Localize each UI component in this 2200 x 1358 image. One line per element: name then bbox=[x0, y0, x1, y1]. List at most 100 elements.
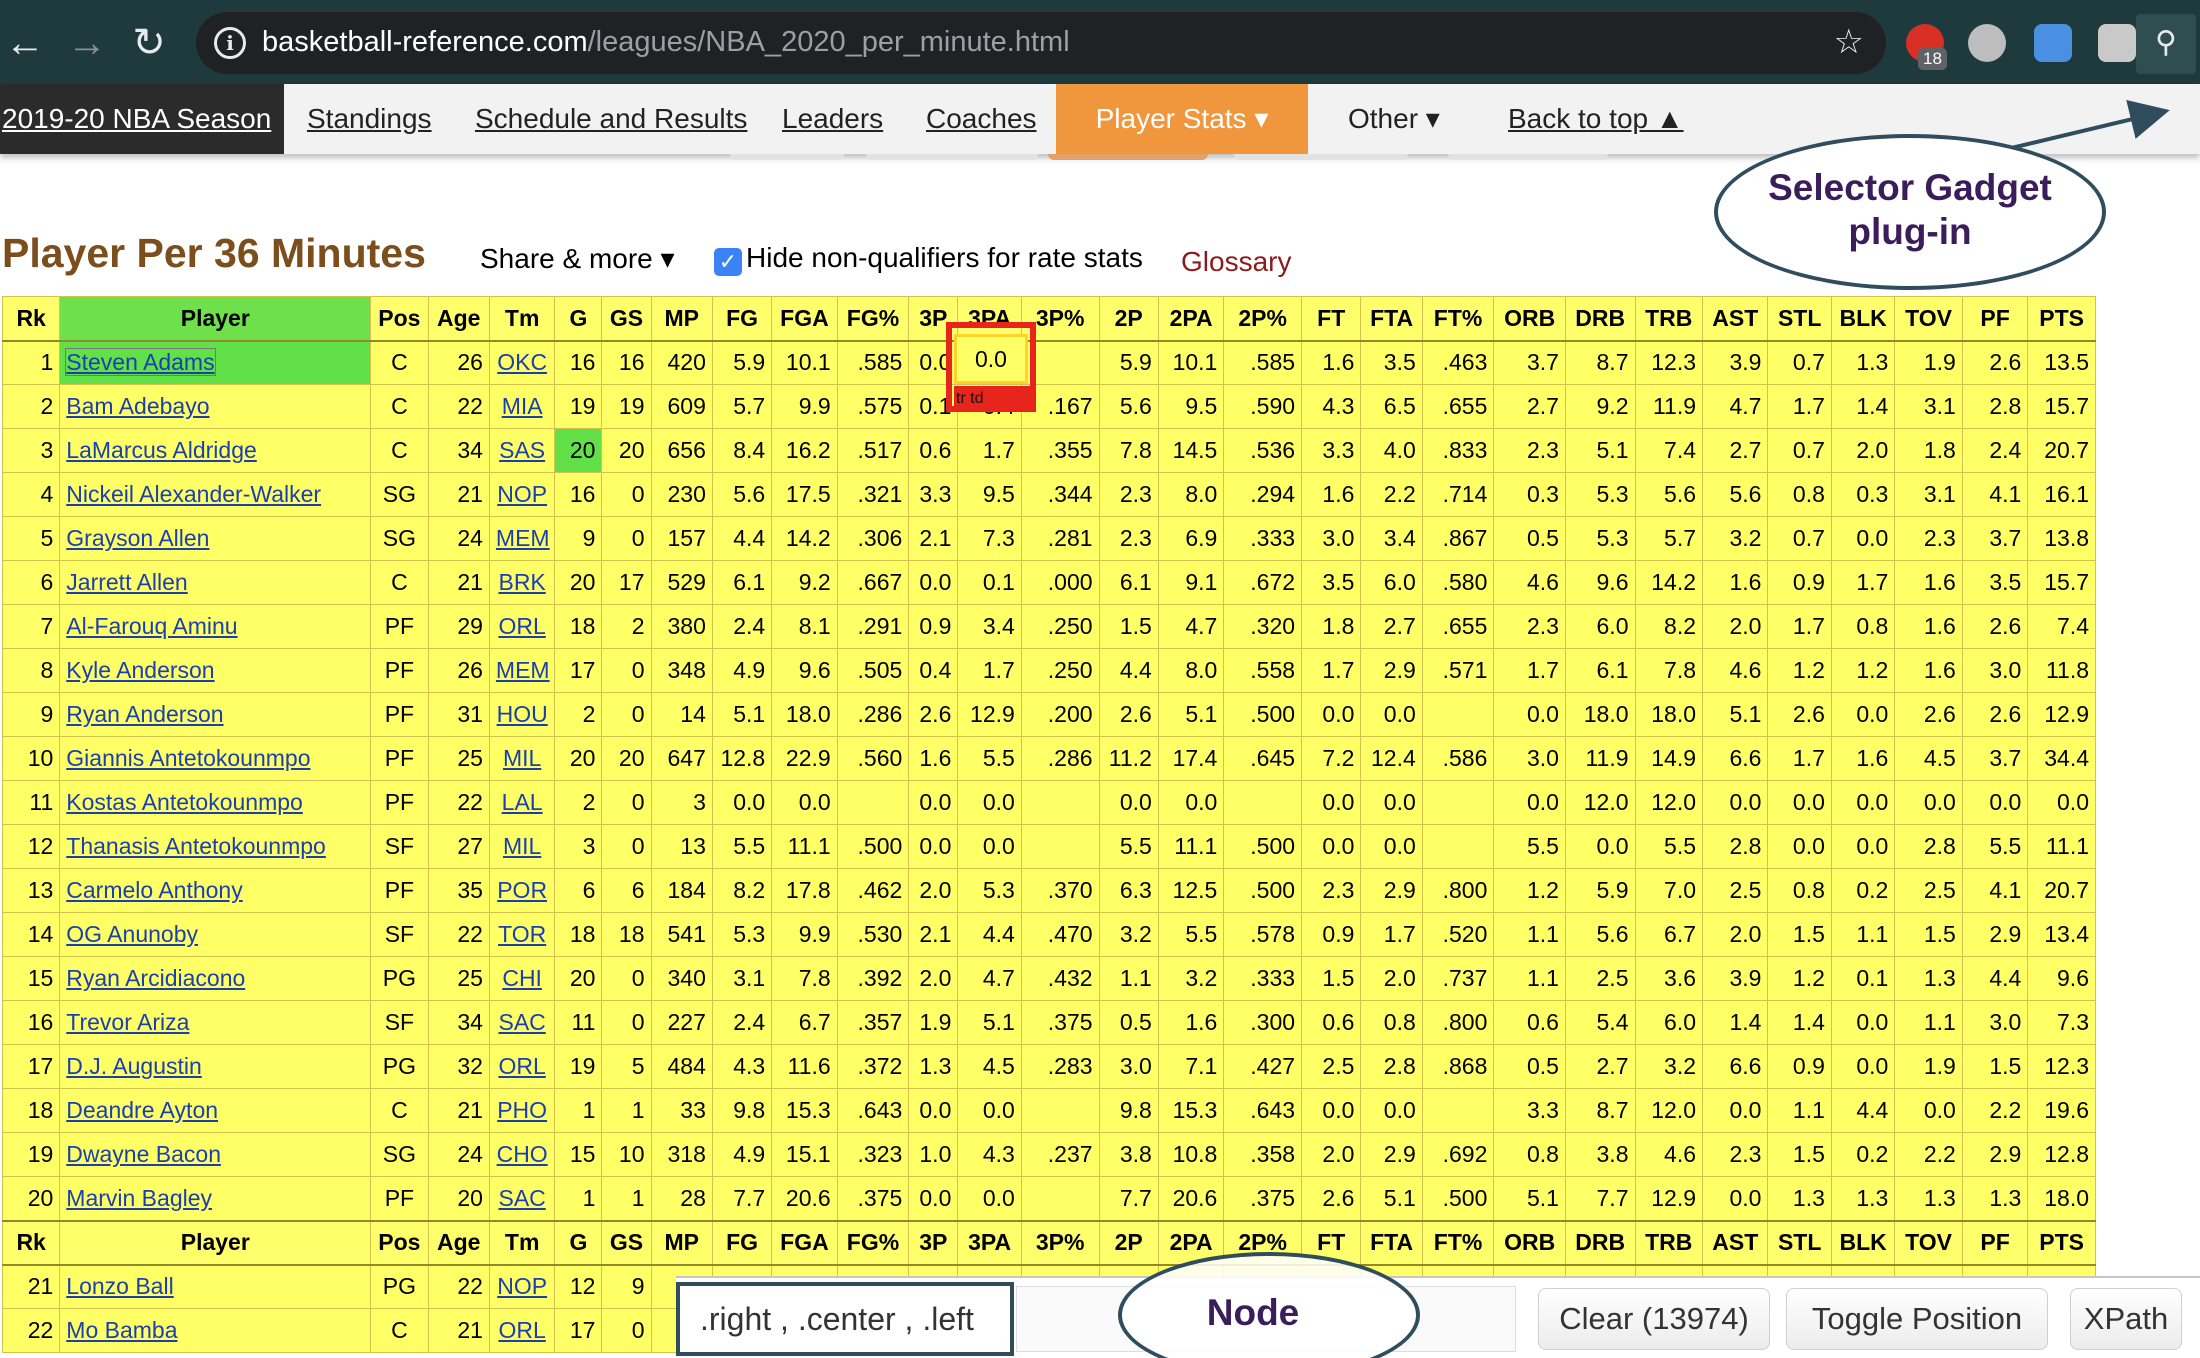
column-header-gs[interactable]: GS bbox=[601, 296, 652, 342]
column-header-pts[interactable]: PTS bbox=[2027, 296, 2096, 342]
column-header-stl[interactable]: STL bbox=[1767, 296, 1832, 342]
info-icon[interactable]: i bbox=[214, 27, 246, 59]
extension-grey-icon[interactable] bbox=[2098, 24, 2136, 62]
player-link[interactable]: Dwayne Bacon bbox=[66, 1141, 221, 1167]
repeated-column-header[interactable]: STL bbox=[1767, 1219, 1832, 1266]
column-header-ft[interactable]: FT bbox=[1301, 296, 1362, 342]
team-link[interactable]: MIL bbox=[503, 833, 541, 859]
selector-gadget-icon[interactable]: ⚲ bbox=[2136, 14, 2196, 74]
column-header-rk[interactable]: Rk bbox=[1, 296, 61, 342]
repeated-column-header[interactable]: MP bbox=[650, 1219, 713, 1266]
standings-link[interactable]: Standings bbox=[307, 84, 432, 154]
column-header-g[interactable]: G bbox=[554, 296, 603, 342]
repeated-column-header[interactable]: PF bbox=[1961, 1219, 2029, 1266]
player-link[interactable]: Mo Bamba bbox=[66, 1317, 177, 1343]
repeated-column-header[interactable]: TRB bbox=[1634, 1219, 1704, 1266]
toggle-position-button[interactable]: Toggle Position bbox=[1786, 1288, 2048, 1350]
player-link[interactable]: Bam Adebayo bbox=[66, 393, 209, 419]
column-header-fg[interactable]: FG bbox=[711, 296, 773, 342]
repeated-column-header[interactable]: FT% bbox=[1421, 1219, 1495, 1266]
team-link[interactable]: SAC bbox=[498, 1009, 545, 1035]
extension-cloud-icon[interactable] bbox=[2034, 24, 2072, 62]
team-link[interactable]: LAL bbox=[502, 789, 543, 815]
column-header-mp[interactable]: MP bbox=[650, 296, 713, 342]
player-link[interactable]: Grayson Allen bbox=[66, 525, 209, 551]
team-link[interactable]: MIA bbox=[502, 393, 543, 419]
team-link[interactable]: MIL bbox=[503, 745, 541, 771]
player-link[interactable]: Nickeil Alexander-Walker bbox=[66, 481, 321, 507]
repeated-column-header[interactable]: DRB bbox=[1564, 1219, 1636, 1266]
repeated-column-header[interactable]: AST bbox=[1702, 1219, 1769, 1266]
column-header-2pa[interactable]: 2PA bbox=[1157, 296, 1225, 342]
player-stats-menu[interactable]: Player Stats ▾ bbox=[1056, 84, 1308, 154]
repeated-column-header[interactable]: ORB bbox=[1493, 1219, 1566, 1266]
column-header-tov[interactable]: TOV bbox=[1894, 296, 1963, 342]
player-link[interactable]: Kostas Antetokounmpo bbox=[66, 789, 303, 815]
column-header-tm[interactable]: Tm bbox=[488, 296, 556, 342]
back-arrow-icon[interactable]: ← bbox=[0, 18, 50, 68]
column-header-fta[interactable]: FTA bbox=[1360, 296, 1423, 342]
repeated-column-header[interactable]: 3PA bbox=[957, 1219, 1022, 1266]
player-link[interactable]: Lonzo Ball bbox=[66, 1273, 173, 1299]
player-link[interactable]: LaMarcus Aldridge bbox=[66, 437, 257, 463]
hide-nonqualifiers-label[interactable]: Hide non-qualifiers for rate stats bbox=[746, 242, 1143, 274]
player-link[interactable]: Ryan Arcidiacono bbox=[66, 965, 245, 991]
player-link[interactable]: Deandre Ayton bbox=[66, 1097, 218, 1123]
glossary-link[interactable]: Glossary bbox=[1181, 246, 1291, 278]
bookmark-star-icon[interactable]: ☆ bbox=[1834, 22, 1864, 62]
column-header-drb[interactable]: DRB bbox=[1564, 296, 1636, 342]
player-link[interactable]: Jarrett Allen bbox=[66, 569, 187, 595]
team-link[interactable]: TOR bbox=[498, 921, 546, 947]
team-link[interactable]: HOU bbox=[497, 701, 548, 727]
team-link[interactable]: POR bbox=[497, 877, 547, 903]
repeated-column-header[interactable]: 2P bbox=[1098, 1219, 1159, 1266]
team-link[interactable]: OKC bbox=[497, 349, 547, 375]
team-link[interactable]: CHI bbox=[502, 965, 542, 991]
xpath-button[interactable]: XPath bbox=[2070, 1288, 2182, 1350]
reload-icon[interactable]: ↻ bbox=[124, 18, 174, 68]
team-link[interactable]: NOP bbox=[497, 1273, 547, 1299]
back-to-top-link[interactable]: Back to top ▲ bbox=[1508, 84, 1684, 154]
clear-button[interactable]: Clear (13974) bbox=[1538, 1288, 1770, 1350]
repeated-column-header[interactable]: FGA bbox=[771, 1219, 838, 1266]
column-header-2p[interactable]: 2P bbox=[1098, 296, 1159, 342]
player-link[interactable]: Carmelo Anthony bbox=[66, 877, 242, 903]
repeated-column-header[interactable]: FTA bbox=[1360, 1219, 1423, 1266]
player-link[interactable]: OG Anunoby bbox=[66, 921, 198, 947]
forward-arrow-icon[interactable]: → bbox=[62, 18, 112, 68]
player-link[interactable]: Steven Adams bbox=[65, 348, 216, 377]
repeated-column-header[interactable]: Player bbox=[59, 1219, 372, 1266]
share-more-menu[interactable]: Share & more ▾ bbox=[480, 242, 675, 275]
player-link[interactable]: Trevor Ariza bbox=[66, 1009, 189, 1035]
team-link[interactable]: CHO bbox=[497, 1141, 548, 1167]
player-link[interactable]: Thanasis Antetokounmpo bbox=[66, 833, 326, 859]
column-header-pf[interactable]: PF bbox=[1961, 296, 2029, 342]
team-link[interactable]: ORL bbox=[498, 1317, 545, 1343]
team-link[interactable]: MEM bbox=[496, 657, 550, 683]
team-link[interactable]: PHO bbox=[497, 1097, 547, 1123]
column-header-pos[interactable]: Pos bbox=[370, 296, 429, 342]
column-header-2p-pct[interactable]: 2P% bbox=[1223, 296, 1303, 342]
repeated-column-header[interactable]: Rk bbox=[1, 1219, 61, 1266]
team-link[interactable]: MEM bbox=[496, 525, 550, 551]
url-text[interactable]: basketball-reference.com/leagues/NBA_202… bbox=[262, 26, 1070, 59]
selected-cell[interactable]: 0.0 bbox=[954, 334, 1028, 384]
column-header-player[interactable]: Player bbox=[59, 296, 372, 342]
player-link[interactable]: Marvin Bagley bbox=[66, 1185, 212, 1211]
leaders-link[interactable]: Leaders bbox=[782, 84, 883, 154]
team-link[interactable]: BRK bbox=[498, 569, 545, 595]
column-header-age[interactable]: Age bbox=[427, 296, 490, 342]
player-link[interactable]: Giannis Antetokounmpo bbox=[66, 745, 310, 771]
team-link[interactable]: NOP bbox=[497, 481, 547, 507]
other-menu[interactable]: Other ▾ bbox=[1348, 84, 1440, 154]
repeated-column-header[interactable]: BLK bbox=[1830, 1219, 1896, 1266]
repeated-column-header[interactable]: G bbox=[554, 1219, 603, 1266]
repeated-column-header[interactable]: Tm bbox=[488, 1219, 556, 1266]
team-link[interactable]: ORL bbox=[498, 613, 545, 639]
team-link[interactable]: ORL bbox=[498, 1053, 545, 1079]
column-header-fga[interactable]: FGA bbox=[771, 296, 838, 342]
player-link[interactable]: D.J. Augustin bbox=[66, 1053, 202, 1079]
repeated-column-header[interactable]: GS bbox=[601, 1219, 652, 1266]
column-header-ft-pct[interactable]: FT% bbox=[1421, 296, 1495, 342]
player-link[interactable]: Kyle Anderson bbox=[66, 657, 214, 683]
